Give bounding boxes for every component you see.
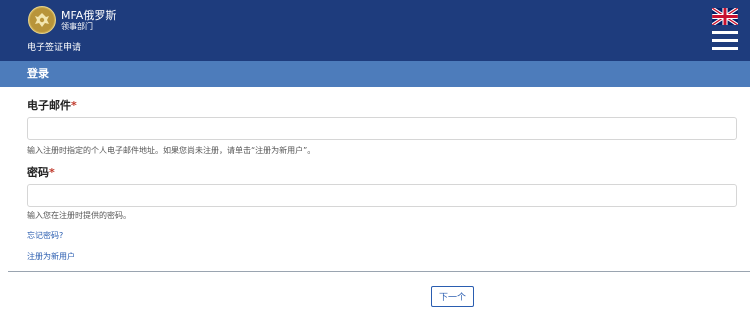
email-help-text: 输入注册时指定的个人电子邮件地址。如果您尚未注册，请单击“注册为新用户”。 xyxy=(27,146,316,155)
brand-title: MFA俄罗斯 xyxy=(61,9,117,22)
login-title: 登录 xyxy=(27,67,49,80)
password-help-text: 输入您在注册时提供的密码。 xyxy=(27,211,131,220)
site-header: MFA俄罗斯 领事部门 电子签证申请 xyxy=(0,0,750,61)
brand-subtitle: 领事部门 xyxy=(61,22,93,31)
login-bar: 登录 xyxy=(0,61,750,87)
required-mark: * xyxy=(49,166,55,179)
email-field[interactable] xyxy=(27,117,737,140)
divider xyxy=(8,271,750,272)
password-label: 密码* xyxy=(27,166,55,179)
register-link[interactable]: 注册为新用户 xyxy=(27,252,75,262)
required-mark: * xyxy=(71,99,77,112)
email-label: 电子邮件* xyxy=(27,99,77,112)
password-field[interactable] xyxy=(27,184,737,207)
uk-flag-icon[interactable] xyxy=(711,6,739,27)
forgot-password-link[interactable]: 忘记密码? xyxy=(27,231,63,241)
emblem-icon xyxy=(28,6,56,34)
hamburger-menu-icon[interactable] xyxy=(712,31,738,51)
next-button[interactable]: 下一个 xyxy=(431,286,474,307)
section-link-evisa[interactable]: 电子签证申请 xyxy=(27,43,81,54)
